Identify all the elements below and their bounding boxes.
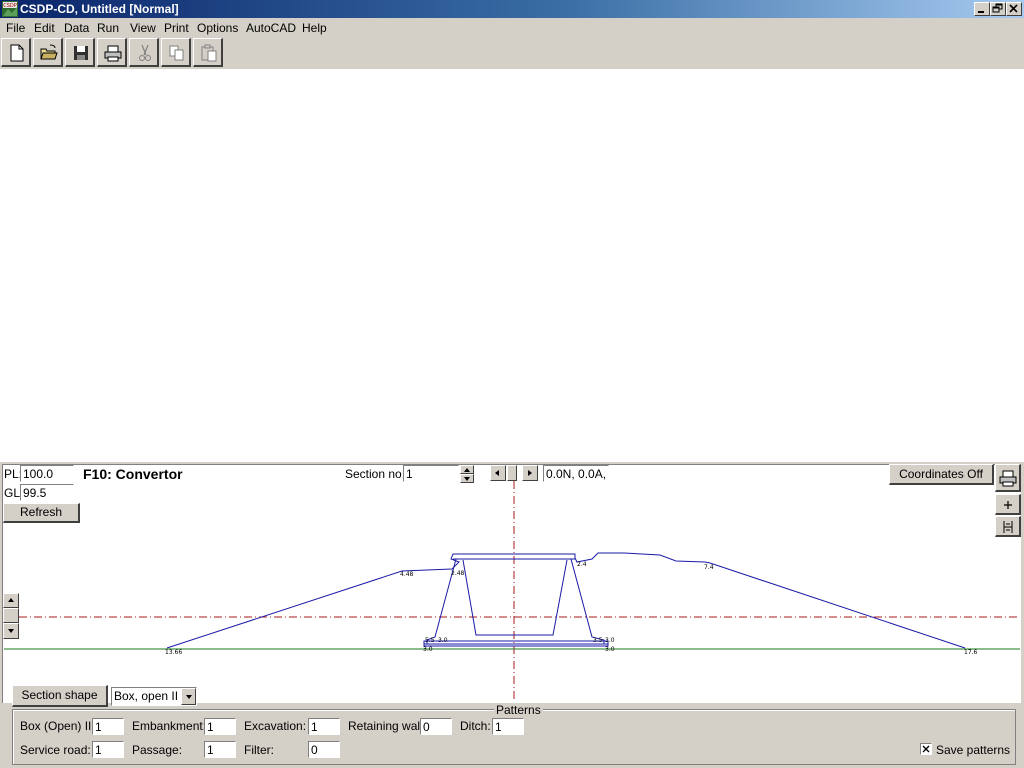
ditch-label: Ditch: — [460, 719, 491, 733]
scroll-thumb[interactable] — [507, 465, 517, 481]
drawing-label: 3.0 — [438, 637, 448, 644]
arrow-up-icon — [8, 598, 14, 602]
drawing-label: 17.6 — [964, 649, 978, 656]
chevron-up-icon — [464, 468, 470, 472]
section-up-button[interactable] — [460, 465, 474, 474]
drawing-label: 3.0 — [423, 646, 433, 653]
filter-label: Filter: — [244, 743, 274, 757]
retaining-wall-label: Retaining wall: — [348, 719, 427, 733]
excavation-input[interactable]: 1 — [308, 718, 340, 735]
passage-label: Passage: — [132, 743, 183, 757]
arrow-right-icon — [528, 470, 532, 476]
drawing-label: 3.0 — [605, 637, 615, 644]
drawing-label: 3.5 — [593, 637, 603, 644]
save-patterns-checkbox[interactable] — [920, 743, 932, 755]
embankment-label: Embankment: — [132, 719, 207, 733]
drawing-label: 7.4 — [704, 564, 714, 571]
section-shape-value: Box, open II — [114, 689, 179, 703]
ruler-icon — [1003, 521, 1013, 533]
checkmark-icon — [922, 745, 930, 753]
coordinates-toggle-button[interactable]: Coordinates Off — [889, 464, 994, 485]
drawing-label: 4.48 — [400, 571, 414, 578]
box-open-label: Box (Open) II: — [20, 719, 95, 733]
refresh-button[interactable]: Refresh — [3, 503, 80, 523]
scroll-left-button[interactable] — [490, 465, 506, 481]
patterns-title: Patterns — [494, 703, 543, 717]
arrow-left-icon — [495, 470, 499, 476]
gl-input[interactable]: 99.5 — [20, 484, 74, 501]
drawing-label: 13.66 — [165, 649, 182, 656]
filter-input[interactable]: 0 — [308, 741, 340, 758]
save-patterns-label: Save patterns — [936, 743, 1011, 757]
scroll-up-button[interactable] — [3, 593, 19, 608]
coordinate-readout: 0.0N, 0.0A, [] — [543, 465, 609, 482]
box-inner-channel — [462, 559, 568, 636]
section-shape-button[interactable]: Section shape — [12, 685, 108, 707]
embankment-input[interactable]: 1 — [204, 718, 236, 735]
service-road-input[interactable]: 1 — [92, 741, 124, 758]
printer-icon — [999, 470, 1017, 487]
ruler-button[interactable] — [995, 516, 1021, 537]
box-open-input[interactable]: 1 — [92, 718, 124, 735]
drawing-label: 2.4 — [577, 561, 587, 568]
section-shape-dropdown[interactable] — [181, 688, 196, 705]
cross-section-drawing: 13.66 4.48 2.48 2.4 7.4 17.6 5.5 3.0 3.0… — [4, 466, 1020, 702]
drawing-label: 5.5 — [425, 637, 435, 644]
arrow-down-icon — [8, 629, 14, 633]
vertical-scroll-thumb[interactable] — [3, 608, 19, 623]
drawing-label: 2.48 — [451, 570, 465, 577]
chevron-down-icon — [186, 695, 192, 699]
print-section-button[interactable] — [995, 464, 1021, 492]
drawing-label: 3.0 — [605, 646, 615, 653]
section-no-input[interactable]: 1 — [403, 465, 459, 482]
section-no-label: Section no.: — [345, 467, 409, 481]
passage-input[interactable]: 1 — [204, 741, 236, 758]
section-down-button[interactable] — [460, 474, 474, 483]
service-road-label: Service road: — [20, 743, 91, 757]
zoom-in-button[interactable] — [995, 494, 1021, 515]
scroll-down-button[interactable] — [3, 623, 19, 639]
ditch-input[interactable]: 1 — [492, 718, 524, 735]
excavation-label: Excavation: — [244, 719, 307, 733]
scroll-right-button[interactable] — [522, 465, 538, 481]
chevron-down-icon — [464, 477, 470, 481]
panel-heading: F10: Convertor — [83, 466, 183, 482]
right-outer-wall — [570, 558, 605, 644]
pl-input[interactable]: 100.0 — [20, 465, 74, 482]
plus-icon — [1004, 501, 1012, 509]
retaining-wall-input[interactable]: 0 — [420, 718, 452, 735]
